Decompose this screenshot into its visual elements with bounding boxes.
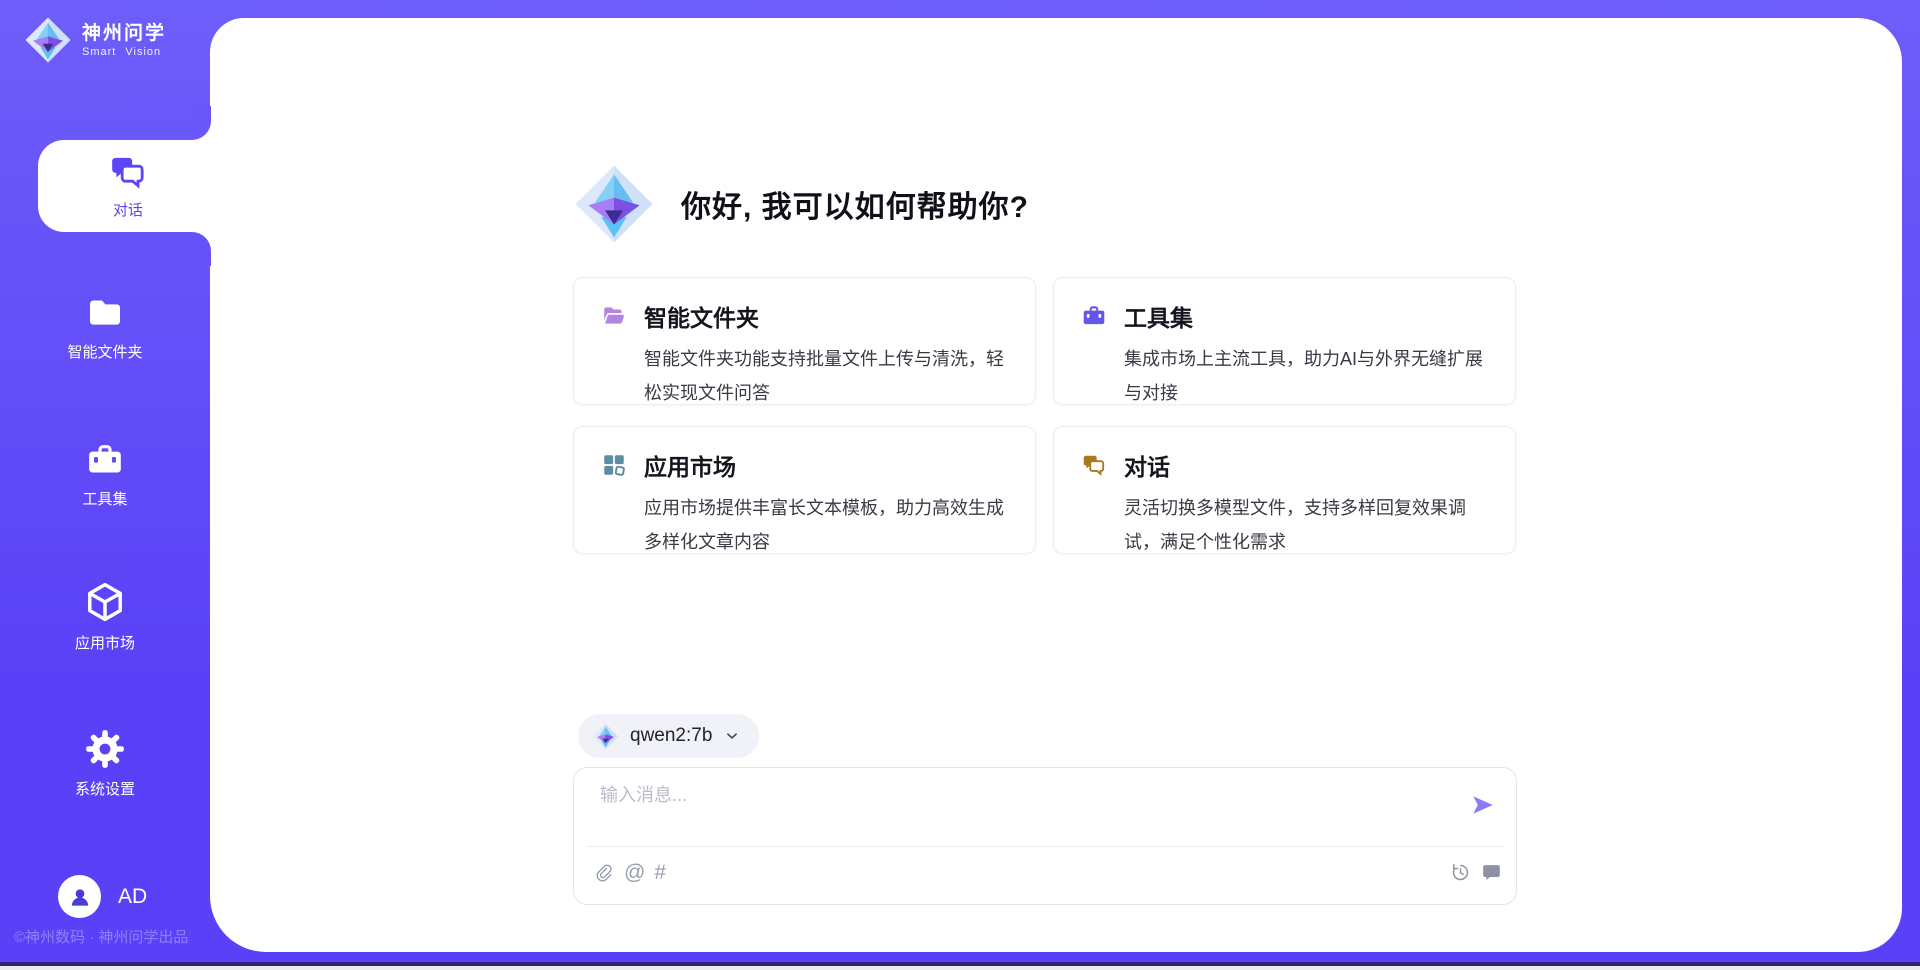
paper-plane-icon <box>1470 792 1496 818</box>
message-composer: @ # <box>573 767 1517 905</box>
sidebar-item-label: 系统设置 <box>75 778 135 799</box>
chat-bubbles-icon <box>108 152 148 192</box>
chat-square-icon[interactable] <box>1481 862 1502 883</box>
folder-open-icon <box>601 303 627 329</box>
app-grid-icon <box>601 452 627 478</box>
card-smart-folder[interactable]: 智能文件夹 智能文件夹功能支持批量文件上传与清洗，轻松实现文件问答 <box>573 277 1036 405</box>
send-button[interactable] <box>1470 792 1496 818</box>
card-title: 应用市场 <box>644 448 736 482</box>
brand-subtitle: Smart Vision <box>82 46 166 58</box>
sidebar-item-chat[interactable]: 对话 <box>38 140 218 232</box>
model-name: qwen2:7b <box>630 725 712 747</box>
hashtag-icon[interactable]: # <box>654 862 666 884</box>
greeting-text: 你好, 我可以如何帮助你? <box>681 182 1029 226</box>
gear-icon <box>84 728 126 770</box>
app-window: 神州问学 Smart Vision 对话 智能文件夹 <box>0 0 1920 970</box>
history-icon[interactable] <box>1450 862 1471 883</box>
chevron-down-icon <box>723 727 741 745</box>
copyright-footer: ©神州数码 · 神州问学出品 <box>14 926 188 947</box>
sidebar-item-toolset[interactable]: 工具集 <box>0 440 210 509</box>
user-name: AD <box>118 885 147 909</box>
brand-name: 神州问学 <box>82 22 166 46</box>
card-description: 应用市场提供丰富长文本模板，助力高效生成多样化文章内容 <box>644 491 1019 559</box>
active-tab-fillet-top <box>192 106 211 140</box>
window-bottom-gray-strip <box>0 966 1920 970</box>
card-description: 灵活切换多模型文件，支持多样回复效果调试，满足个性化需求 <box>1124 491 1499 559</box>
composer-divider <box>586 846 1504 847</box>
sidebar-item-label: 对话 <box>113 199 143 220</box>
avatar <box>58 875 101 918</box>
card-title: 智能文件夹 <box>644 299 759 333</box>
user-account[interactable]: AD <box>58 875 147 918</box>
composer-tools-right <box>1450 862 1502 883</box>
card-toolset[interactable]: 工具集 集成市场上主流工具，助力AI与外界无缝扩展与对接 <box>1053 277 1516 405</box>
card-title: 工具集 <box>1124 299 1193 333</box>
active-tab-fillet-bottom <box>192 232 211 266</box>
sidebar-item-smart-folder[interactable]: 智能文件夹 <box>0 293 210 362</box>
gem-diamond-icon <box>573 163 655 245</box>
sidebar-item-label: 应用市场 <box>75 632 135 653</box>
composer-tools-left: @ # <box>594 862 666 884</box>
greeting-header: 你好, 我可以如何帮助你? <box>573 163 1029 245</box>
toolbox-icon <box>84 440 126 480</box>
sidebar-item-label: 智能文件夹 <box>67 341 142 362</box>
sidebar-item-app-market[interactable]: 应用市场 <box>0 580 210 653</box>
feature-card-grid: 智能文件夹 智能文件夹功能支持批量文件上传与清洗，轻松实现文件问答 工具集 集成… <box>573 277 1516 554</box>
attach-file-icon[interactable] <box>594 863 615 884</box>
toolbox-icon <box>1081 303 1107 329</box>
person-icon <box>67 884 93 910</box>
gem-diamond-icon <box>24 16 72 64</box>
sidebar-item-label: 工具集 <box>82 488 127 509</box>
gem-diamond-icon <box>592 723 619 750</box>
card-description: 智能文件夹功能支持批量文件上传与清洗，轻松实现文件问答 <box>644 342 1019 410</box>
card-description: 集成市场上主流工具，助力AI与外界无缝扩展与对接 <box>1124 342 1499 410</box>
folder-icon <box>83 293 127 333</box>
model-selector[interactable]: qwen2:7b <box>578 714 759 758</box>
card-app-market[interactable]: 应用市场 应用市场提供丰富长文本模板，助力高效生成多样化文章内容 <box>573 426 1036 554</box>
mention-icon[interactable]: @ <box>624 862 645 884</box>
message-input[interactable] <box>598 784 1442 807</box>
card-chat[interactable]: 对话 灵活切换多模型文件，支持多样回复效果调试，满足个性化需求 <box>1053 426 1516 554</box>
brand-logo: 神州问学 Smart Vision <box>24 16 166 64</box>
chat-bubbles-icon <box>1081 452 1107 478</box>
sidebar-item-settings[interactable]: 系统设置 <box>0 728 210 799</box>
card-title: 对话 <box>1124 448 1170 482</box>
cube-icon <box>83 580 127 624</box>
